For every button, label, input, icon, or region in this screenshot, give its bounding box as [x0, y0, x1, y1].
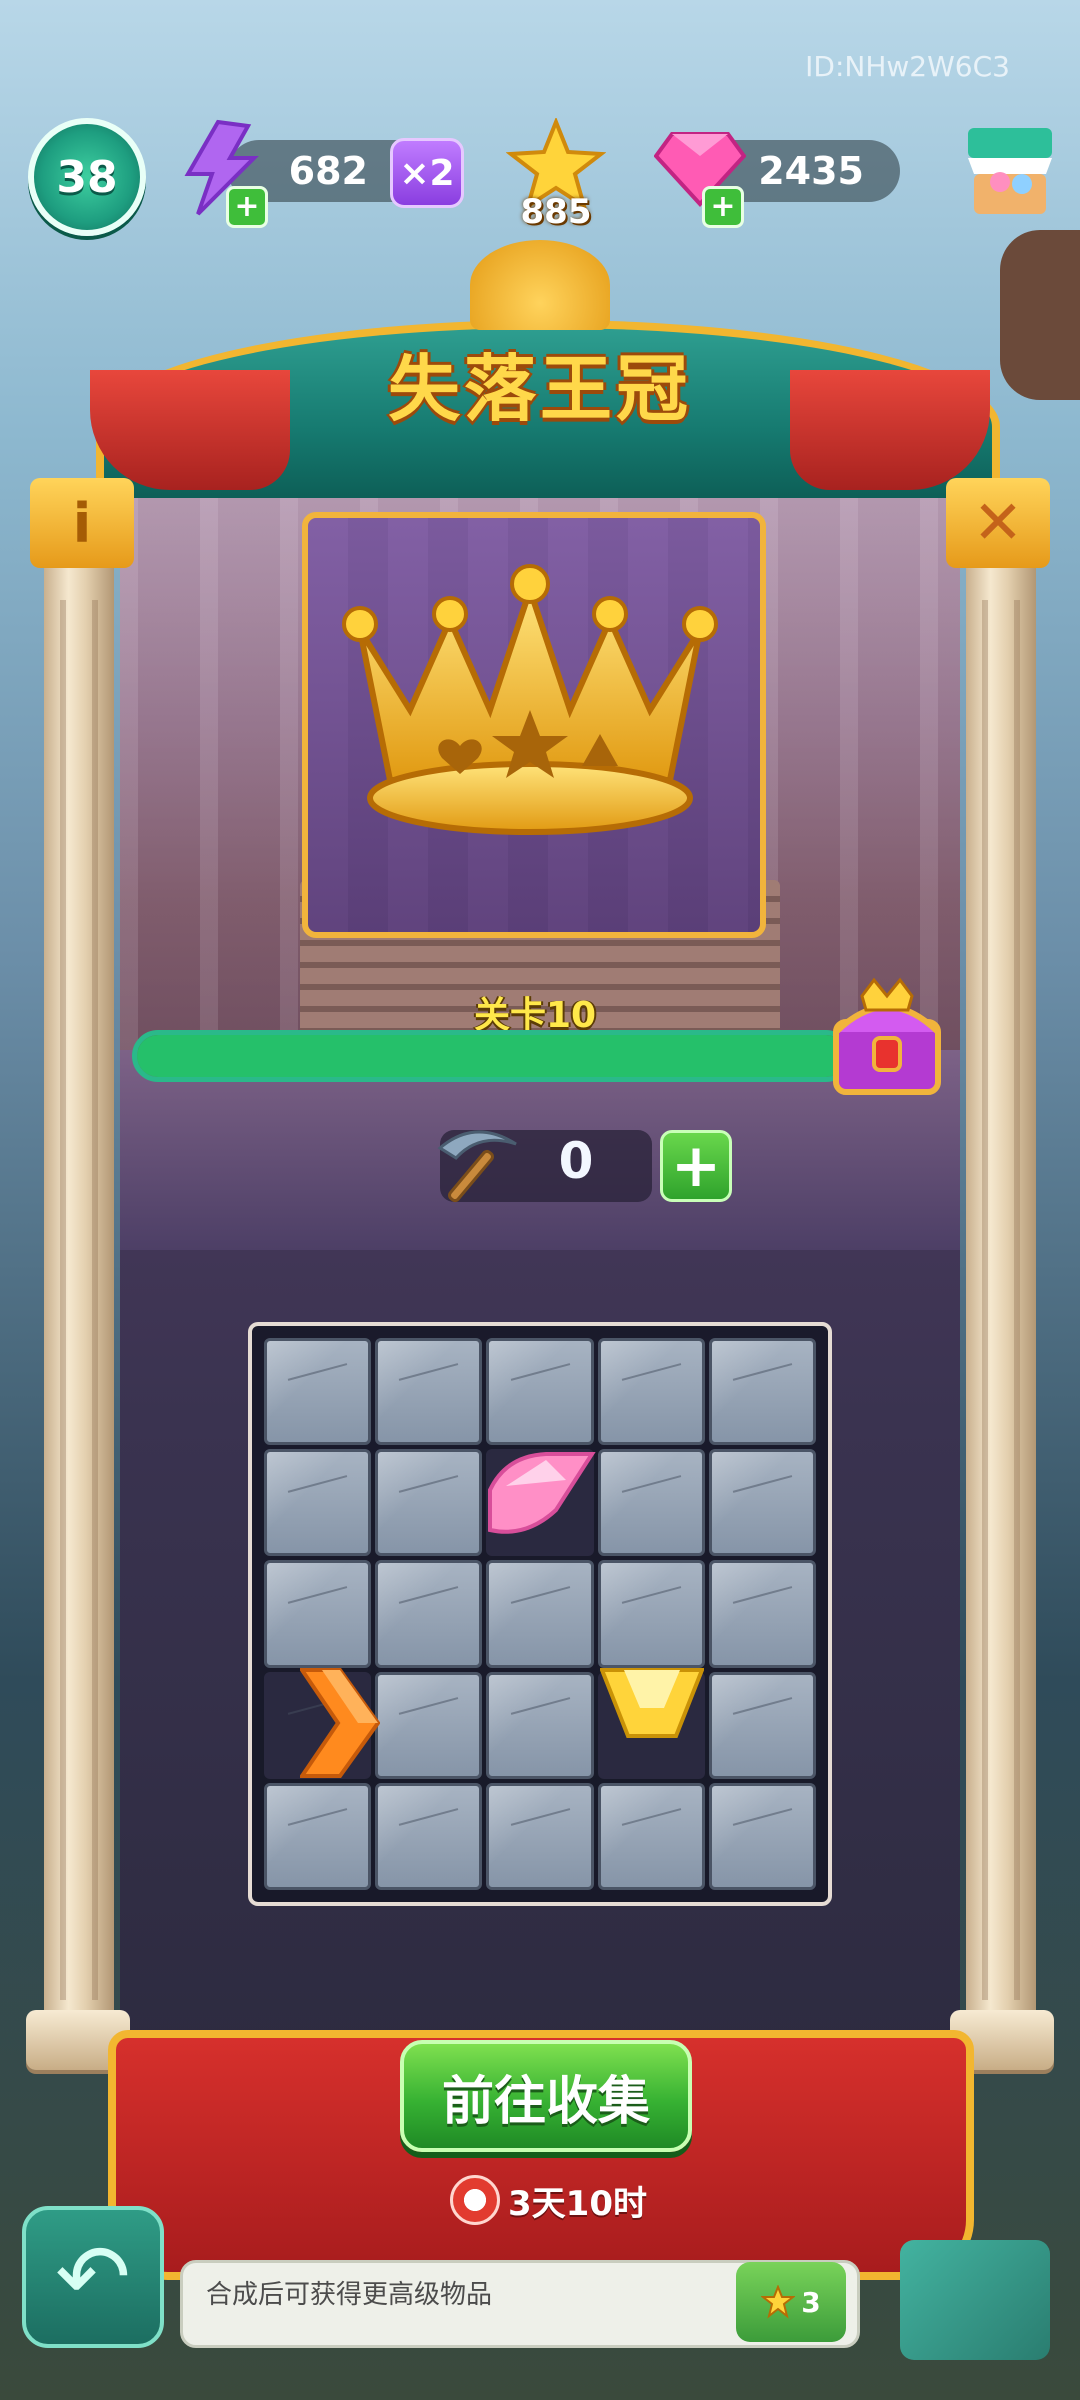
right-curtain	[790, 370, 990, 490]
pickaxe-icon	[430, 1118, 520, 1208]
hint-star-button[interactable]: 3	[736, 2262, 846, 2342]
stone-tile[interactable]	[708, 1449, 816, 1557]
close-icon: ✕	[972, 488, 1024, 558]
player-level-badge[interactable]: 38	[28, 118, 146, 236]
back-button[interactable]: ↶	[22, 2206, 164, 2348]
dig-grid	[264, 1338, 816, 1890]
arch-ornament	[470, 240, 610, 330]
right-pillar	[966, 520, 1036, 2060]
energy-multiplier-badge[interactable]: ×2	[390, 138, 464, 208]
gem-value: 2435	[758, 149, 864, 193]
stone-tile[interactable]	[708, 1338, 816, 1446]
add-energy-button[interactable]: +	[226, 186, 268, 228]
stone-tile[interactable]	[486, 1782, 594, 1890]
stone-tile[interactable]	[375, 1338, 483, 1446]
hint-star-count: 3	[801, 2285, 821, 2319]
crown-icon	[330, 560, 730, 860]
stone-tile[interactable]	[375, 1560, 483, 1668]
stone-tile[interactable]	[264, 1560, 372, 1668]
stone-tile[interactable]	[264, 1449, 372, 1557]
add-pickaxe-button[interactable]: +	[660, 1130, 732, 1202]
stone-tile[interactable]	[597, 1782, 705, 1890]
energy-value: 682	[288, 149, 368, 193]
event-title: 失落王冠	[387, 347, 692, 431]
stone-tile[interactable]	[264, 1338, 372, 1446]
orange-gem-icon	[298, 1668, 381, 1778]
stone-tile[interactable]	[708, 1782, 816, 1890]
player-level-value: 38	[56, 151, 118, 203]
timer-text: 3天10时	[508, 2183, 647, 2224]
stone-tile[interactable]	[597, 1449, 705, 1557]
shop-stall-icon[interactable]	[960, 118, 1060, 228]
background-character	[1000, 230, 1080, 400]
back-arrow-icon: ↶	[55, 2224, 131, 2330]
stone-tile[interactable]	[375, 1782, 483, 1890]
user-id-label: ID:NHw2W6C3	[805, 50, 1010, 83]
pickaxe-count: 0	[558, 1132, 594, 1190]
left-pillar	[44, 520, 114, 2060]
stone-tile[interactable]	[375, 1449, 483, 1557]
pink-gem-icon	[486, 1450, 596, 1542]
close-button[interactable]: ✕	[946, 478, 1050, 568]
stone-tile[interactable]	[597, 1560, 705, 1668]
event-timer: 3天10时	[450, 2172, 650, 2228]
left-curtain	[90, 370, 290, 490]
level-progress-bar	[132, 1030, 852, 1082]
stone-tile[interactable]	[486, 1338, 594, 1446]
level-progress-fill	[137, 1035, 847, 1077]
star-count-value: 885	[520, 192, 592, 232]
stone-tile[interactable]	[486, 1671, 594, 1779]
small-star-icon	[761, 2285, 796, 2319]
stone-tile[interactable]	[708, 1560, 816, 1668]
info-icon: i	[72, 491, 92, 555]
stone-tile[interactable]	[264, 1782, 372, 1890]
stone-tile[interactable]	[597, 1338, 705, 1446]
add-gem-button[interactable]: +	[702, 186, 744, 228]
stopwatch-icon	[450, 2175, 500, 2225]
hint-text: 合成后可获得更高级物品	[206, 2280, 493, 2310]
yellow-gem-icon	[599, 1668, 705, 1738]
box-decoration	[900, 2240, 1050, 2360]
reward-chest-icon[interactable]	[822, 972, 952, 1112]
go-collect-button[interactable]: 前往收集	[400, 2040, 692, 2152]
stone-tile[interactable]	[375, 1671, 483, 1779]
stone-tile[interactable]	[486, 1560, 594, 1668]
stone-tile[interactable]	[708, 1671, 816, 1779]
info-button[interactable]: i	[30, 478, 134, 568]
